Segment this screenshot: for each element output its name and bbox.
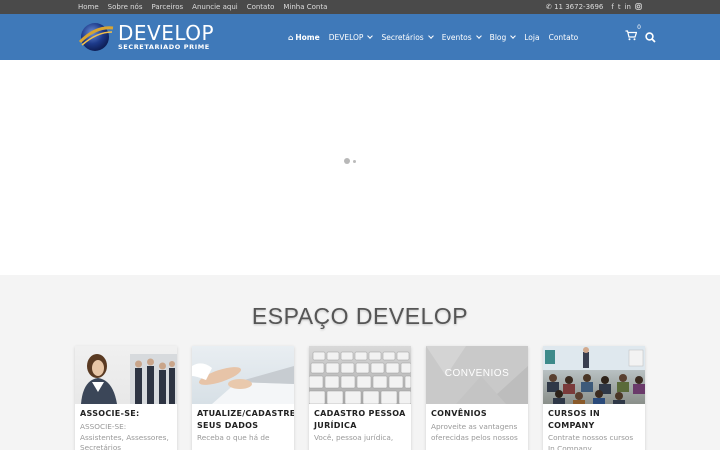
phone-group: ✆ 11 3672-3696	[546, 3, 603, 11]
header-actions: 0	[625, 24, 656, 47]
globe-logo-icon	[78, 20, 114, 54]
card-cursos-in-company[interactable]: CURSOS IN COMPANY Contrate nossos cursos…	[543, 346, 645, 450]
nav-eventos-label: Eventos	[441, 32, 472, 42]
search-icon	[645, 31, 656, 43]
card-title: ATUALIZE/CADASTRE SEUS DADOS	[197, 409, 294, 430]
top-link-anuncie[interactable]: Anuncie aqui	[192, 3, 238, 11]
card-title: CURSOS IN COMPANY	[548, 409, 601, 430]
nav-develop-label: DEVELOP	[328, 32, 364, 42]
section-title: ESPAÇO DEVELOP	[251, 303, 469, 329]
nav-loja[interactable]: Loja	[524, 33, 539, 42]
twitter-icon[interactable]: t	[618, 3, 621, 12]
nav-loja-label: Loja	[524, 32, 540, 42]
phone-icon: ✆	[545, 3, 552, 11]
nav-contato-label: Contato	[548, 32, 579, 42]
top-link-sobre[interactable]: Sobre nós	[108, 3, 143, 11]
card-cadastro-pj[interactable]: CADASTRO PESSOA JURÍDICA Você, pessoa ju…	[309, 346, 411, 450]
card-title: CONVÊNIOS	[431, 409, 487, 418]
card-atualize-dados[interactable]: ATUALIZE/CADASTRE SEUS DADOS Receba o qu…	[192, 346, 294, 450]
instagram-icon[interactable]	[635, 2, 642, 12]
logo-subtitle: SECRETARIADO PRIME	[118, 43, 210, 52]
cart-button[interactable]: 0	[625, 24, 641, 44]
nav-eventos[interactable]: Eventos	[441, 32, 482, 42]
top-utility-bar: Home Sobre nós Parceiros Anuncie aqui Co…	[0, 0, 720, 14]
top-links: Home Sobre nós Parceiros Anuncie aqui Co…	[78, 3, 327, 11]
card-convenios[interactable]: CONVENIOS CONVÊNIOS Aproveite as vantage…	[426, 346, 528, 450]
linkedin-icon[interactable]: in	[625, 3, 631, 12]
top-link-contato[interactable]: Contato	[247, 3, 275, 11]
card-image-classroom	[543, 346, 645, 404]
loading-indicator	[344, 158, 356, 164]
card-image-caption: CONVENIOS	[444, 368, 510, 379]
logo-wordmark: DEVELOP SECRETARIADO PRIME	[118, 23, 214, 51]
nav-contato[interactable]: Contato	[549, 33, 579, 42]
chevron-down-icon	[427, 32, 434, 39]
cards-row: ASSOCIE-SE: ASSOCIE-SE: Assistentes, Ass…	[75, 346, 645, 450]
hero-slider	[0, 60, 720, 275]
nav-develop[interactable]: DEVELOP	[328, 32, 374, 42]
nav-blog[interactable]: Blog	[489, 32, 517, 42]
card-image-keyboard	[309, 346, 411, 404]
phone-number: 11 3672-3696	[554, 3, 604, 11]
top-contact: ✆ 11 3672-3696 f t in	[546, 3, 642, 12]
main-header: DEVELOP SECRETARIADO PRIME ⌂ Home DEVELO…	[0, 14, 720, 60]
nav-home[interactable]: ⌂ Home	[288, 33, 320, 42]
top-link-parceiros[interactable]: Parceiros	[151, 3, 183, 11]
card-description: ASSOCIE-SE: Assistentes, Assessores, Sec…	[80, 421, 169, 450]
card-title: ASSOCIE-SE:	[80, 409, 140, 418]
card-image-businesswoman	[75, 346, 177, 404]
chevron-down-icon	[510, 32, 517, 39]
home-icon: ⌂	[288, 32, 294, 42]
card-description: Você, pessoa jurídica,	[314, 433, 394, 443]
loader-dot	[353, 159, 356, 163]
social-links: f t in	[611, 3, 642, 12]
card-associe-se[interactable]: ASSOCIE-SE: ASSOCIE-SE: Assistentes, Ass…	[75, 346, 177, 450]
card-description: Aproveite as vantagens oferecidas pelos …	[431, 421, 518, 442]
nav-secretarios-label: Secretários	[381, 32, 424, 42]
card-description: Receba o que há de	[197, 433, 270, 443]
nav-home-label: Home	[295, 32, 320, 42]
loader-dot	[344, 158, 350, 164]
top-link-minha-conta[interactable]: Minha Conta	[283, 3, 327, 11]
espaco-develop-section: ESPAÇO DEVELOP ASSOCIE-SE: ASSOCIE-SE: A…	[0, 275, 720, 450]
card-title: CADASTRO PESSOA JURÍDICA	[314, 409, 406, 430]
nav-secretarios[interactable]: Secretários	[381, 32, 434, 42]
top-link-home[interactable]: Home	[78, 3, 99, 11]
logo-title: DEVELOP	[118, 21, 215, 46]
chevron-down-icon	[367, 32, 374, 39]
main-nav: ⌂ Home DEVELOP Secretários Eventos Blog …	[288, 33, 578, 42]
search-button[interactable]	[645, 28, 656, 47]
card-image-convenios: CONVENIOS	[426, 346, 528, 404]
facebook-icon[interactable]: f	[611, 3, 613, 12]
card-image-laptop-typing	[192, 346, 294, 404]
chevron-down-icon	[475, 32, 482, 39]
cart-icon	[625, 30, 638, 41]
card-description: Contrate nossos cursos In Company	[548, 433, 634, 450]
nav-blog-label: Blog	[489, 32, 507, 42]
site-logo[interactable]: DEVELOP SECRETARIADO PRIME	[78, 20, 288, 54]
cart-count: 0	[637, 24, 641, 31]
